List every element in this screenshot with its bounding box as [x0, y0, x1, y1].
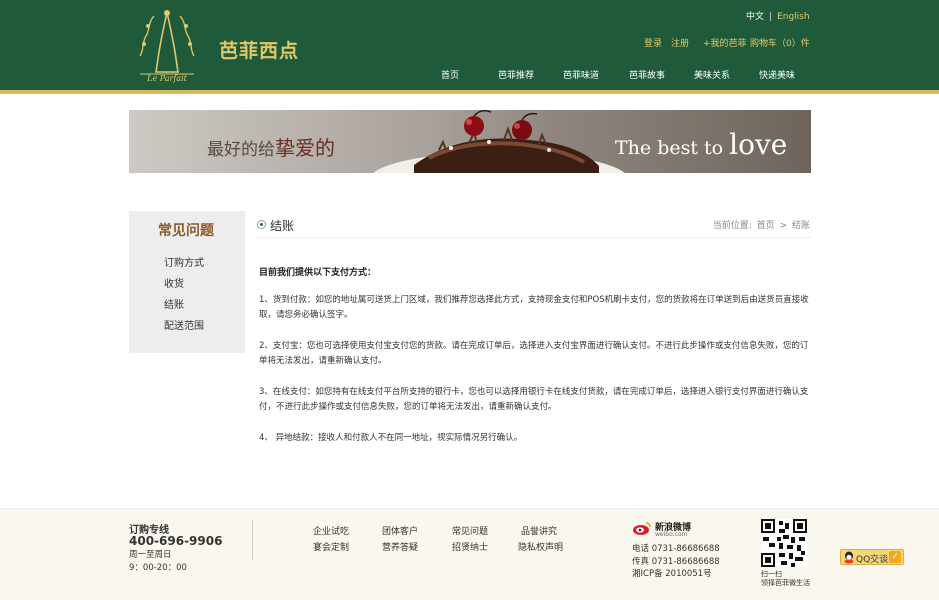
sidebar-item-delivery-area[interactable]: 配送范围	[164, 317, 204, 332]
nav-story[interactable]: 芭菲故事	[629, 68, 665, 81]
brand-name: 芭菲西点	[219, 40, 300, 62]
qq-chat-label: QQ交谈	[856, 555, 889, 565]
banner-cn-big: 挚爱的	[275, 136, 335, 160]
footer-link-privacy[interactable]: 隐私权声明	[518, 540, 563, 553]
faq-sidebar: 常见问题 订购方式 收货 结账 配送范围	[129, 211, 245, 353]
footer-tel: 电话 0731-86686688	[632, 544, 720, 554]
lang-separator: |	[769, 12, 773, 22]
breadcrumb-current: 结账	[791, 221, 810, 231]
page-title: 结账	[270, 219, 295, 233]
breadcrumb-sep: >	[779, 221, 788, 231]
check-icon: ✓	[889, 551, 901, 563]
cart-link[interactable]: 购物车（0）件	[750, 36, 810, 49]
language-switcher: 中文 | English	[746, 9, 810, 22]
footer-link-nutrition[interactable]: 营养答疑	[382, 540, 418, 553]
qq-chat-button[interactable]: QQ交谈 ✓	[840, 549, 904, 565]
service-days: 周一至周日	[129, 550, 172, 560]
footer-divider	[252, 520, 253, 560]
footer-fax: 传真 0731-86686688	[632, 557, 720, 567]
banner-cn-prefix: 最好的给	[207, 140, 275, 160]
footer-link-faq[interactable]: 常见问题	[452, 524, 488, 537]
my-account-link[interactable]: +我的芭菲	[703, 36, 747, 49]
lang-en-link[interactable]: English	[777, 12, 810, 22]
breadcrumb: 当前位置: 首页 > 结账	[712, 218, 811, 231]
nav-taste[interactable]: 芭菲味道	[563, 68, 599, 81]
nav-delivery[interactable]: 快递美味	[759, 68, 795, 81]
breadcrumb-label: 当前位置:	[712, 221, 752, 231]
breadcrumb-home[interactable]: 首页	[757, 221, 775, 231]
service-hours: 9：00-20：00	[129, 563, 187, 573]
weibo-url: weibo.com	[655, 531, 688, 538]
sidebar-item-receive[interactable]: 收货	[164, 275, 184, 290]
banner-cn-slogan: 最好的给挚爱的	[207, 132, 335, 161]
banner-en-text: The best to	[615, 137, 724, 159]
content-divider	[256, 237, 811, 238]
lang-zh-link[interactable]: 中文	[746, 12, 764, 22]
nav-relations[interactable]: 美味关系	[694, 68, 730, 81]
nav-home[interactable]: 首页	[441, 68, 459, 81]
register-link[interactable]: 注册	[671, 36, 689, 49]
payment-method-remote: 4、 异地结款：接收人和付款人不在同一地址，视实际情况另行确认。	[259, 433, 523, 443]
qr-caption-follow: 领择芭菲微生活	[761, 579, 810, 587]
footer-link-careers[interactable]: 招贤纳士	[452, 540, 488, 553]
site-header: Le Parfait 芭菲西点 中文 | English 登录 注册 +我的芭菲 购…	[0, 0, 939, 90]
footer-link-quality[interactable]: 品誉讲究	[521, 524, 557, 537]
footer-link-banquet[interactable]: 宴会定制	[313, 540, 349, 553]
sidebar-item-checkout[interactable]: 结账	[164, 296, 184, 311]
weibo-icon[interactable]	[632, 521, 652, 535]
order-hotline-number: 400-696-9906	[129, 534, 223, 548]
promo-banner: 最好的给挚爱的 The best to love	[129, 110, 811, 173]
logo-text: Le Parfait	[146, 74, 187, 83]
payment-method-online: 3、在线支付：如您持有在线支付平台所支持的银行卡，您也可以选择用银行卡在线支付货…	[259, 387, 809, 412]
footer-link-group-clients[interactable]: 团体客户	[382, 524, 418, 537]
nav-recommend[interactable]: 芭菲推荐	[498, 68, 534, 81]
footer-icp: 湘ICP备 2010051号	[632, 569, 712, 579]
sidebar-title: 常见问题	[158, 223, 214, 239]
logo-emblem[interactable]: Le Parfait	[132, 4, 202, 84]
payment-method-cod: 1、货到付款：如您的地址属可送货上门区域，我们推荐您选择此方式，支持现金支付和P…	[259, 295, 809, 320]
payment-method-alipay: 2、支付宝：您也可选择使用支付宝支付您的货款。请在完成订单后，选择进入支付宝界面…	[259, 341, 809, 366]
header-gold-stripe	[0, 90, 939, 94]
qq-icon	[844, 551, 854, 564]
banner-en-slogan: The best to love	[615, 128, 787, 161]
sidebar-item-order[interactable]: 订购方式	[164, 254, 204, 269]
payment-intro: 目前我们提供以下支付方式：	[259, 268, 377, 278]
footer-link-enterprise-tasting[interactable]: 企业试吃	[313, 524, 349, 537]
qr-code	[761, 519, 807, 567]
login-link[interactable]: 登录	[644, 36, 662, 49]
bullet-circle-icon	[257, 220, 266, 229]
banner-en-love: love	[729, 128, 788, 161]
